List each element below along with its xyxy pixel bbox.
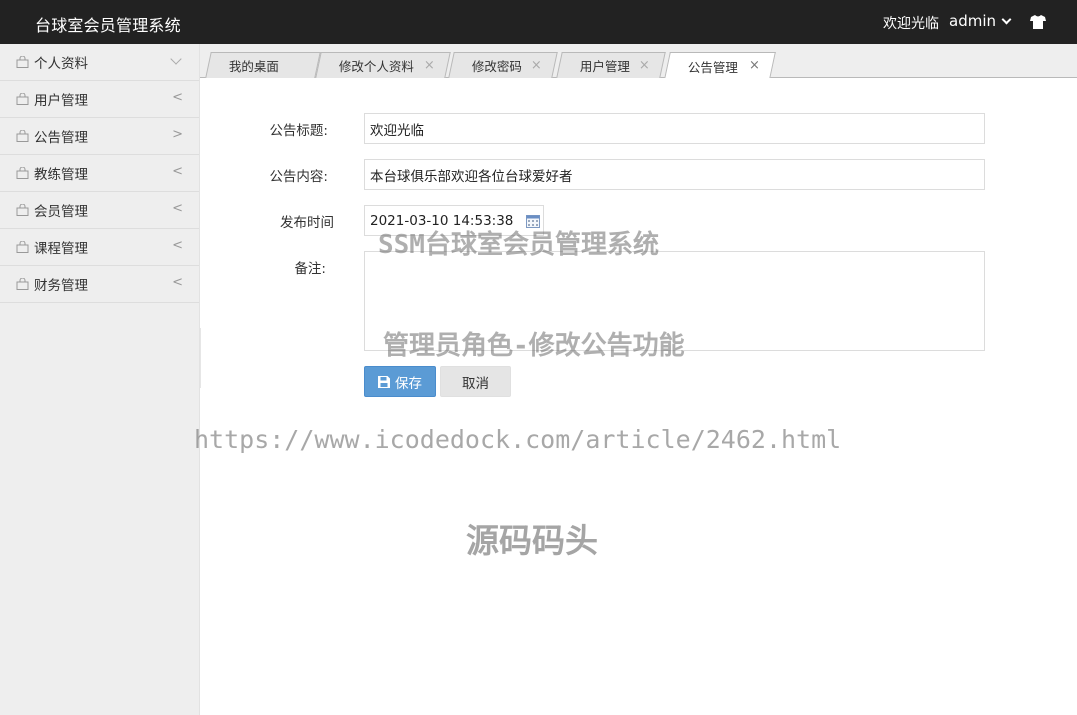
tab[interactable]: 修改个人资料 ×	[315, 52, 451, 78]
sidebar-item[interactable]: 个人资料	[0, 44, 199, 81]
shopping-bag-icon	[16, 56, 29, 68]
close-icon[interactable]: ×	[424, 58, 435, 73]
sidebar-item-label: 教练管理	[34, 167, 88, 183]
username: admin	[949, 12, 996, 30]
tab[interactable]: 修改密码 ×	[448, 52, 558, 78]
floppy-disk-icon	[378, 375, 390, 388]
tab-label: 我的桌面	[228, 59, 279, 74]
chevron-down-icon	[170, 53, 182, 65]
shopping-bag-icon	[16, 167, 29, 179]
shopping-bag-icon	[16, 241, 29, 253]
tab[interactable]: 公告管理 ×	[664, 52, 776, 79]
chevron-left-icon: <	[172, 164, 183, 179]
close-icon[interactable]: ×	[531, 58, 542, 73]
sidebar-item[interactable]: 课程管理 <	[0, 229, 199, 266]
chevron-left-icon: <	[172, 238, 183, 253]
tab-label: 用户管理	[579, 59, 630, 74]
sidebar-item[interactable]: 会员管理 <	[0, 192, 199, 229]
sidebar-item-label: 会员管理	[34, 204, 88, 220]
content-input[interactable]: 本台球俱乐部欢迎各位台球爱好者	[364, 159, 985, 190]
watermark-system-name: SSM台球室会员管理系统	[378, 230, 659, 260]
publish-time-label: 发布时间	[280, 215, 334, 231]
chevron-down-icon	[1001, 14, 1012, 24]
content-label: 公告内容:	[269, 169, 328, 185]
tab[interactable]: 我的桌面	[205, 52, 321, 78]
close-icon[interactable]: ×	[749, 58, 760, 73]
remark-label: 备注:	[294, 261, 326, 277]
sidebar-item[interactable]: 公告管理 >	[0, 118, 199, 155]
user-menu[interactable]: admin	[949, 12, 1012, 30]
shopping-bag-icon	[16, 93, 29, 105]
title-input[interactable]: 欢迎光临	[364, 113, 985, 144]
sidebar-item[interactable]: 财务管理 <	[0, 266, 199, 303]
sidebar: 个人资料用户管理 < 公告管理 > 教练管理 < 会员管理 < 课程管理 < 财务管理 <	[0, 44, 200, 715]
welcome-text: 欢迎光临	[883, 16, 939, 32]
sidebar-item-label: 用户管理	[34, 93, 88, 109]
watermark-feature: 管理员角色-修改公告功能	[383, 331, 685, 361]
shopping-bag-icon	[16, 278, 29, 290]
watermark-brand: 源码码头	[466, 521, 598, 560]
app-title: 台球室会员管理系统	[35, 16, 181, 35]
sidebar-item-label: 课程管理	[34, 241, 88, 257]
tab-label: 修改密码	[471, 59, 522, 74]
shopping-bag-icon	[16, 130, 29, 142]
sidebar-item[interactable]: 用户管理 <	[0, 81, 199, 118]
sidebar-item-label: 个人资料	[34, 56, 88, 72]
tab-label: 公告管理	[687, 59, 738, 75]
close-icon[interactable]: ×	[639, 58, 650, 73]
title-label: 公告标题:	[269, 123, 328, 139]
chevron-left-icon: <	[172, 275, 183, 290]
watermark-url: https://www.icodedock.com/article/2462.h…	[194, 425, 842, 454]
chevron-left-icon: <	[172, 201, 183, 216]
save-label: 保存	[395, 375, 422, 392]
cancel-button[interactable]: 取消	[440, 366, 511, 397]
save-button[interactable]: 保存	[364, 366, 436, 397]
sidebar-item-label: 公告管理	[34, 130, 88, 146]
chevron-right-icon: >	[172, 127, 183, 142]
tab-label: 修改个人资料	[338, 59, 414, 74]
sidebar-item-label: 财务管理	[34, 278, 88, 294]
sidebar-item[interactable]: 教练管理 <	[0, 155, 199, 192]
tab[interactable]: 用户管理 ×	[556, 52, 666, 78]
chevron-left-icon: <	[172, 90, 183, 105]
tshirt-icon[interactable]	[1030, 15, 1046, 29]
top-bar: 台球室会员管理系统 欢迎光临 admin	[0, 0, 1077, 44]
shopping-bag-icon	[16, 204, 29, 216]
tab-bar: 我的桌面 修改个人资料 × 修改密码 × 用户管理 × 公告管理 ×	[200, 44, 1077, 79]
